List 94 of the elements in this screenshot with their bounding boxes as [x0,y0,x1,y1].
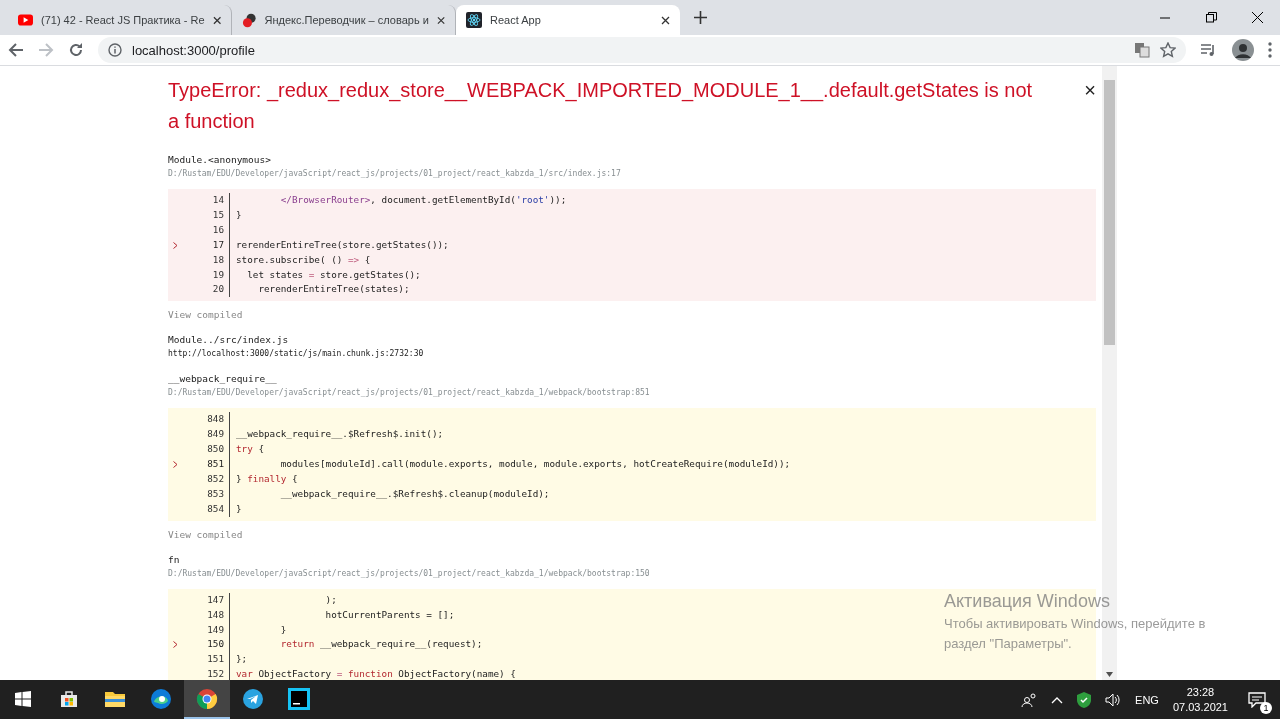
windows-logo-icon [15,690,31,707]
code-line: return __webpack_require__(request); [229,637,483,653]
error-title: TypeError: _redux_redux_store__WEBPACK_IMPORTED_MODULE_1__.default.getStates is not a function [168,78,1034,134]
code-line: modules[moduleId].call(module.exports, module, module.exports, hotCreateRequire(moduleId)); [229,457,791,472]
line-number: 17 [211,237,224,252]
line-number: 16 [211,222,224,237]
volume-icon[interactable] [1105,692,1122,707]
folder-icon [104,689,126,708]
swirl-icon [150,687,172,710]
line-number: 148 [206,607,224,622]
chevron-up-icon[interactable] [1051,695,1064,704]
ide-icon [288,687,310,710]
clock[interactable]: 23:28 07.03.2021 [1172,684,1228,715]
file-path: D:/Rustam/EDU/Developer/javaScript/react_js/projects/01_project/react_kabzda_1/src/index.js:17 [168,168,622,180]
close-icon [1251,12,1263,23]
view-compiled-link[interactable]: View compiled [168,528,243,540]
code-line: } finally { [229,471,298,487]
bookmark-star-button[interactable] [1160,42,1176,58]
activation-title: Активация Windows [944,591,1111,612]
line-number: 19 [211,267,224,282]
close-icon[interactable] [212,15,221,25]
line-number: 151 [206,652,224,667]
function-name: __webpack_require__ [168,372,278,387]
line-number: 14 [211,193,224,207]
line-number: 149 [206,622,224,637]
line-number: 853 [206,486,224,501]
scroll-down-icon [1106,672,1113,677]
function-name: Module.<anonymous> [168,153,272,167]
code-line: rerenderEntireTree(states); [229,282,410,298]
menu-button[interactable] [1268,42,1272,58]
url-text: localhost:3000/profile [132,42,255,58]
code-line: } [229,501,242,517]
reload-button[interactable] [68,42,84,58]
chat-icon [1248,691,1266,708]
notification-count: 1 [1260,701,1272,714]
pointer-icon [172,241,178,249]
code-line: hotCurrentParents = []; [229,607,455,623]
close-icon[interactable] [436,15,445,25]
line-number: 15 [211,207,224,222]
line-number: 854 [206,501,224,516]
code-line: } [229,207,242,223]
line-number: 851 [206,457,224,472]
view-compiled-link[interactable]: View compiled [168,309,243,321]
shopping-bag-icon [59,688,79,709]
code-line: __webpack_require__.$Refresh$.init(); [229,427,444,443]
atom-icon [466,12,482,28]
code-line: </BrowserRouter>, document.getElementById('root')); [229,193,567,208]
file-path: D:/Rustam/EDU/Developer/javaScript/react_js/projects/01_project/react_kabzda_1/webpack/bootstrap:851 [168,387,651,400]
video-icon [18,14,33,26]
line-number: 18 [211,252,224,267]
line-number: 147 [206,592,224,607]
taskbar-app[interactable] [184,680,230,719]
restore-icon [1205,12,1217,23]
close-button[interactable]: × [1084,79,1096,102]
line-number: 852 [206,471,224,486]
file-path: D:/Rustam/EDU/Developer/javaScript/react_js/projects/01_project/react_kabzda_1/webpack/bootstrap:150 [168,567,651,580]
code-line: store.subscribe( () => { [229,252,371,268]
translate-button[interactable] [1134,42,1150,58]
code-line: rerenderEntireTree(store.getStates()); [229,237,449,253]
activation-text: Чтобы активировать Windows, перейдите в раздел "Параметры". [944,615,1207,653]
tab-title: (71) 42 - React JS Практика - Re [41,14,205,26]
back-button[interactable] [8,42,24,58]
line-number: 150 [206,637,224,652]
close-icon[interactable] [661,15,670,25]
pointer-icon [172,641,178,649]
pointer-icon [172,461,178,468]
code-line: }; [229,652,248,668]
code-line: ); [229,592,337,608]
function-name: Module../src/index.js [168,333,290,348]
address-bar[interactable]: localhost:3000/profile [98,37,1186,63]
chrome-icon [196,687,218,710]
tab-title: Яндекс.Переводчик – словарь и [264,14,429,26]
code-line: try { [229,442,264,458]
line-number: 850 [206,442,224,457]
line-number: 849 [206,427,224,442]
new-tab-button[interactable] [694,11,707,24]
browser-tab[interactable]: React App [456,5,680,35]
notification-button[interactable]: 1 [1248,691,1272,714]
line-number: 152 [206,667,224,680]
paper-plane-icon [242,687,264,710]
people-icon[interactable] [1021,691,1038,708]
tab-title: React App [490,14,542,26]
line-number: 848 [206,412,224,427]
translate-icon [242,12,257,28]
code-line: let states = store.getStates(); [229,267,421,283]
profile-avatar[interactable] [1232,39,1254,61]
function-name: fn [168,552,181,567]
file-path: http://localhost:3000/static/js/main.chunk.js:2732:30 [168,348,425,361]
shield-icon[interactable] [1077,691,1092,708]
line-number: 20 [211,282,224,297]
info-icon [108,43,122,57]
code-line: __webpack_require__.$Refresh$.cleanup(moduleId); [229,486,550,502]
code-line: } [229,622,287,638]
language-indicator[interactable]: ENG [1135,693,1159,706]
